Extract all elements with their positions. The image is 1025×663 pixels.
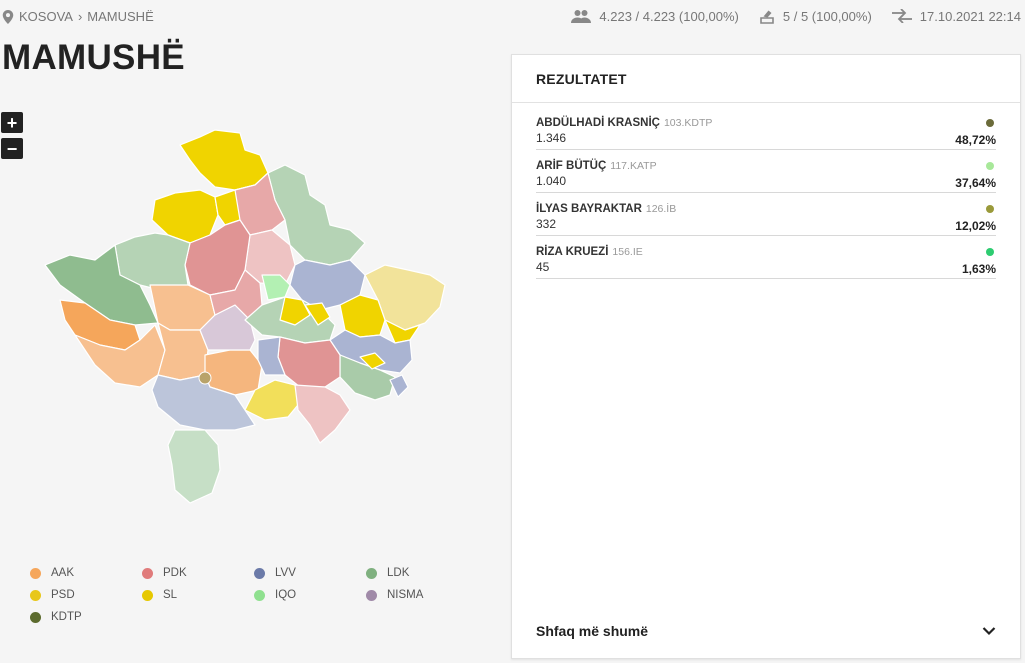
map-region-leposavic[interactable] bbox=[179, 129, 269, 191]
legend-label: LDK bbox=[387, 567, 410, 579]
voters-value: 4.223 / 4.223 (100,00%) bbox=[599, 8, 739, 24]
legend-color-dot bbox=[366, 567, 377, 579]
candidate-code: 126.İB bbox=[645, 203, 677, 215]
candidate-name: ARİF BÜTÜÇ bbox=[536, 160, 607, 172]
legend-label: AAK bbox=[51, 567, 75, 579]
legend-label: PDK bbox=[163, 567, 187, 579]
legend-color-dot bbox=[366, 589, 377, 601]
legend-item-pdk[interactable]: PDK bbox=[142, 566, 254, 580]
location-pin-icon bbox=[2, 9, 14, 24]
candidate-code: 156.IE bbox=[612, 246, 643, 258]
breadcrumb-current: MAMUSHË bbox=[87, 9, 154, 24]
legend-item-aak[interactable]: AAK bbox=[30, 566, 142, 580]
legend-item-iqo[interactable]: IQO bbox=[254, 588, 366, 602]
stations-stat: 5 / 5 (100,00%) bbox=[759, 8, 872, 24]
candidate-color-dot bbox=[986, 248, 994, 256]
legend-color-dot bbox=[30, 611, 41, 623]
candidate-color-dot bbox=[986, 162, 994, 170]
candidate-name: RİZA KRUEZİ bbox=[536, 246, 609, 258]
legend-item-sl[interactable]: SL bbox=[142, 588, 254, 602]
legend-label: NISMA bbox=[387, 589, 424, 601]
legend-item-kdtp[interactable]: KDTP bbox=[30, 610, 142, 624]
results-header: REZULTATET bbox=[512, 55, 1020, 103]
candidate-votes: 45 bbox=[536, 260, 550, 274]
map-legend: AAK PDK LVV LDK PSD SL IQO NISMA KDTP bbox=[30, 566, 490, 624]
map-region-kacanik[interactable] bbox=[294, 384, 351, 444]
chevron-down-icon bbox=[982, 627, 996, 636]
candidate-votes: 332 bbox=[536, 217, 557, 231]
updated-value: 17.10.2021 22:14 bbox=[919, 8, 1021, 24]
result-row[interactable]: RİZA KRUEZİ 156.IE 45 1,63% bbox=[536, 246, 996, 279]
map-region-mamushe[interactable] bbox=[198, 371, 212, 385]
candidate-code: 103.KDTP bbox=[663, 117, 713, 129]
stats-bar: 4.223 / 4.223 (100,00%) 5 / 5 (100,00%) … bbox=[551, 8, 1021, 24]
legend-item-nisma[interactable]: NISMA bbox=[366, 588, 478, 602]
results-panel: REZULTATET ABDÜLHADİ KRASNİÇ 103.KDTP 1.3… bbox=[511, 54, 1021, 659]
candidate-color-dot bbox=[986, 119, 994, 127]
legend-color-dot bbox=[142, 589, 153, 601]
kosovo-municipality-map[interactable] bbox=[40, 125, 450, 510]
zoom-out-button[interactable]: − bbox=[1, 138, 23, 159]
candidate-percent: 37,64% bbox=[955, 176, 996, 190]
show-more-label: Shfaq më shumë bbox=[536, 623, 649, 639]
chevron-right-icon: › bbox=[77, 9, 83, 24]
map-region-ferizaj[interactable] bbox=[277, 336, 341, 388]
legend-label: LVV bbox=[275, 567, 296, 579]
map-region-dragash[interactable] bbox=[167, 429, 221, 504]
candidate-percent: 48,72% bbox=[955, 133, 996, 147]
result-row[interactable]: İLYAS BAYRAKTAR 126.İB 332 12,02% bbox=[536, 203, 996, 236]
legend-color-dot bbox=[142, 567, 153, 579]
candidate-votes: 1.040 bbox=[536, 174, 567, 188]
page-title: MAMUSHË bbox=[2, 38, 185, 77]
show-more-button[interactable]: Shfaq më shumë bbox=[512, 606, 1020, 658]
legend-color-dot bbox=[30, 567, 41, 579]
candidate-percent: 12,02% bbox=[955, 219, 996, 233]
legend-item-ldk[interactable]: LDK bbox=[366, 566, 478, 580]
legend-label: PSD bbox=[51, 589, 75, 601]
legend-color-dot bbox=[254, 589, 265, 601]
stations-value: 5 / 5 (100,00%) bbox=[782, 8, 872, 24]
legend-color-dot bbox=[254, 567, 265, 579]
result-row[interactable]: ABDÜLHADİ KRASNİÇ 103.KDTP 1.346 48,72% bbox=[536, 117, 996, 150]
zoom-in-button[interactable]: + bbox=[1, 112, 23, 133]
breadcrumb: KOSOVA › MAMUSHË bbox=[2, 9, 154, 24]
candidate-percent: 1,63% bbox=[961, 262, 996, 276]
top-bar: KOSOVA › MAMUSHË 4.223 / 4.223 (100,00%)… bbox=[0, 0, 1025, 34]
legend-item-lvv[interactable]: LVV bbox=[254, 566, 366, 580]
people-icon bbox=[571, 10, 592, 23]
legend-color-dot bbox=[30, 589, 41, 601]
candidate-name: İLYAS BAYRAKTAR bbox=[536, 203, 642, 215]
ballot-box-icon bbox=[760, 10, 774, 24]
candidate-votes: 1.346 bbox=[536, 131, 567, 145]
results-list: ABDÜLHADİ KRASNİÇ 103.KDTP 1.346 48,72% A… bbox=[512, 103, 1020, 279]
legend-label: SL bbox=[163, 589, 178, 601]
breadcrumb-root[interactable]: KOSOVA bbox=[19, 9, 73, 24]
legend-item-psd[interactable]: PSD bbox=[30, 588, 142, 602]
candidate-name: ABDÜLHADİ KRASNİÇ bbox=[536, 117, 660, 129]
updated-stat: 17.10.2021 22:14 bbox=[891, 8, 1021, 24]
map-region-kllokot[interactable] bbox=[389, 374, 409, 398]
voters-stat: 4.223 / 4.223 (100,00%) bbox=[571, 9, 739, 24]
sync-arrows-icon bbox=[891, 9, 912, 23]
legend-label: KDTP bbox=[51, 611, 82, 623]
candidate-color-dot bbox=[986, 205, 994, 213]
result-row[interactable]: ARİF BÜTÜÇ 117.KATP 1.040 37,64% bbox=[536, 160, 996, 193]
legend-label: IQO bbox=[275, 589, 297, 601]
candidate-code: 117.KATP bbox=[610, 160, 657, 172]
